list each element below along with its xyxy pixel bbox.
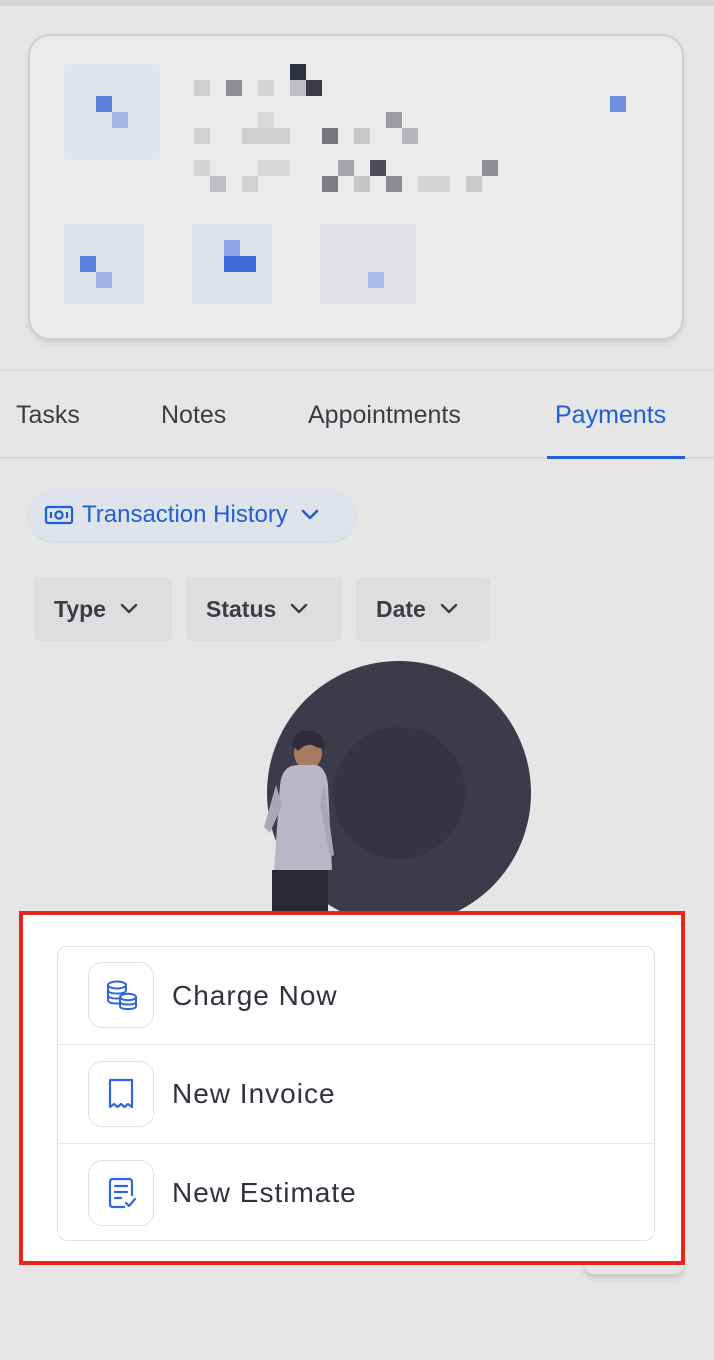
- empty-state-illustration: [250, 655, 550, 925]
- blurred-action-button-dot: [80, 256, 96, 272]
- tab-bar: Tasks Notes Appointments Payments: [0, 370, 714, 459]
- transaction-history-label: Transaction History: [82, 501, 288, 528]
- chevron-down-icon: [120, 603, 138, 615]
- receipt-icon: [88, 1061, 154, 1127]
- new-invoice-label: New Invoice: [172, 1078, 336, 1109]
- contact-card[interactable]: [28, 34, 684, 340]
- avatar-blurred-dot: [112, 112, 128, 128]
- blurred-text: [194, 160, 210, 176]
- blurred-action-button[interactable]: [64, 224, 144, 304]
- blurred-text: [322, 128, 338, 144]
- blurred-text: [386, 176, 402, 192]
- tab-tasks[interactable]: Tasks: [16, 401, 80, 430]
- charge-now-menu-item[interactable]: Charge Now: [58, 947, 654, 1045]
- blurred-text: [370, 160, 386, 176]
- blurred-text: [258, 80, 274, 96]
- blurred-text: [386, 112, 402, 128]
- blurred-text: [226, 80, 242, 96]
- blurred-text: [338, 160, 354, 176]
- transaction-history-dropdown[interactable]: Transaction History: [28, 489, 356, 541]
- status-filter[interactable]: Status: [186, 577, 342, 641]
- status-filter-label: Status: [206, 595, 277, 622]
- blurred-text: [402, 128, 418, 144]
- blurred-action-button-dot: [368, 272, 384, 288]
- blurred-text: [290, 64, 306, 80]
- blurred-text: [322, 176, 338, 192]
- blurred-text: [210, 176, 226, 192]
- blurred-text: [258, 112, 274, 128]
- new-invoice-menu-item[interactable]: New Invoice: [58, 1045, 654, 1143]
- blurred-text: [194, 80, 210, 96]
- blurred-text: [242, 128, 290, 144]
- new-estimate-label: New Estimate: [172, 1177, 357, 1208]
- type-filter-label: Type: [54, 595, 106, 622]
- blurred-text: [354, 128, 370, 144]
- payment-actions-menu: Charge Now New Invoice New Estimate: [57, 946, 655, 1241]
- blurred-text: [482, 160, 498, 176]
- chevron-down-icon: [290, 603, 308, 615]
- blurred-action-button-dot: [224, 240, 240, 256]
- floating-button-shadow: [584, 1262, 684, 1274]
- estimate-checklist-icon: [88, 1160, 154, 1226]
- blurred-action-button-dot: [224, 256, 256, 272]
- new-estimate-menu-item[interactable]: New Estimate: [58, 1144, 654, 1242]
- blurred-text: [258, 160, 290, 176]
- chevron-down-icon: [440, 603, 458, 615]
- chevron-down-icon: [300, 508, 320, 522]
- tab-appointments[interactable]: Appointments: [308, 401, 461, 430]
- tab-payments[interactable]: Payments: [555, 401, 666, 430]
- blurred-text: [354, 176, 370, 192]
- active-tab-indicator: [547, 456, 685, 459]
- blurred-text: [194, 128, 210, 144]
- blurred-text: [290, 80, 306, 96]
- date-filter[interactable]: Date: [356, 577, 490, 641]
- money-bill-icon: [44, 504, 74, 526]
- date-filter-label: Date: [376, 595, 426, 622]
- coins-icon: [88, 962, 154, 1028]
- tab-notes[interactable]: Notes: [161, 401, 226, 430]
- blurred-text: [466, 176, 482, 192]
- charge-now-label: Charge Now: [172, 980, 338, 1011]
- avatar-blurred-dot: [96, 96, 112, 112]
- blurred-text: [242, 176, 258, 192]
- blurred-icon: [610, 96, 626, 112]
- blurred-action-button[interactable]: [320, 224, 416, 304]
- blurred-action-button-dot: [96, 272, 112, 288]
- type-filter[interactable]: Type: [34, 577, 172, 641]
- blurred-text: [418, 176, 450, 192]
- top-divider: [0, 0, 714, 6]
- blurred-text: [306, 80, 322, 96]
